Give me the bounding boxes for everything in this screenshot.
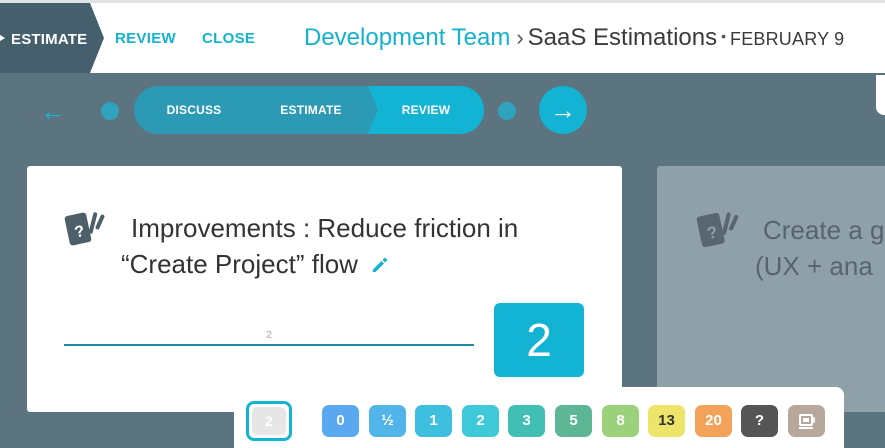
top-bar: ESTIMATE REVIEW CLOSE Development Team › S…	[0, 0, 885, 73]
stage-progress: DISCUSS ESTIMATE REVIEW	[134, 86, 484, 134]
next-story-title-line-1: Create a g	[763, 215, 885, 245]
tab-review[interactable]: REVIEW	[115, 30, 176, 47]
story-title: Improvements : Reduce friction in “Creat…	[121, 210, 581, 282]
stage-review[interactable]: REVIEW	[368, 86, 484, 134]
selected-point-value: 2	[252, 407, 286, 435]
point-chip[interactable]: 0	[322, 405, 359, 437]
next-story-title: Create a g (UX + ana	[755, 212, 885, 284]
next-story-title-line-2: (UX + ana	[755, 251, 873, 281]
story-cards-icon: ?	[696, 212, 739, 248]
point-chip[interactable]: 1	[415, 405, 452, 437]
next-story-card[interactable]: ? Create a g (UX + ana	[657, 166, 885, 412]
edit-pencil-icon[interactable]	[370, 255, 390, 275]
session-date: FEBRUARY 9	[730, 29, 845, 49]
point-chip-coffee[interactable]	[788, 405, 825, 437]
story-cards-icon: ?	[64, 212, 105, 246]
next-arrow-icon[interactable]: →	[539, 86, 587, 134]
back-arrow-icon[interactable]: ←	[38, 96, 68, 126]
estimate-input[interactable]: 2	[64, 329, 474, 341]
stage-dot-right	[498, 102, 516, 120]
tab-estimate-label: ESTIMATE	[11, 31, 88, 48]
top-border	[0, 0, 885, 3]
estimate-input-underline	[64, 344, 474, 346]
selected-point-card[interactable]: 2	[246, 401, 292, 441]
stage-dot-left	[101, 102, 119, 120]
tab-estimate[interactable]: ESTIMATE	[0, 3, 104, 73]
point-chip[interactable]: ½	[369, 405, 406, 437]
stage-estimate[interactable]: ESTIMATE	[252, 86, 370, 134]
point-chip[interactable]: 3	[508, 405, 545, 437]
breadcrumb-dot: •	[721, 28, 726, 44]
point-chip[interactable]: 13	[648, 405, 685, 437]
tab-close[interactable]: CLOSE	[202, 30, 255, 47]
breadcrumb: Development Team › SaaS Estimations • FEBRUA…	[304, 24, 844, 52]
coffee-icon	[798, 414, 815, 429]
final-estimate-badge: 2	[494, 303, 584, 377]
point-chip[interactable]: 5	[555, 405, 592, 437]
breadcrumb-separator: ›	[516, 25, 524, 50]
breadcrumb-project: SaaS Estimations	[527, 24, 718, 51]
point-chip[interactable]: 8	[602, 405, 639, 437]
breadcrumb-team-link[interactable]: Development Team	[304, 24, 510, 51]
story-title-line-2: “Create Project” flow	[121, 249, 358, 279]
point-chip[interactable]: 2	[462, 405, 499, 437]
point-chip[interactable]: ?	[741, 405, 778, 437]
stage-discuss[interactable]: DISCUSS	[134, 86, 254, 134]
point-palette: 2 0 ½ 1 2 3 5 8 13 20?	[234, 387, 844, 448]
story-title-line-1: Improvements : Reduce friction in	[131, 213, 519, 243]
story-card: ? Improvements : Reduce friction in “Cre…	[27, 166, 622, 412]
point-chip[interactable]: 20	[695, 405, 732, 437]
side-panel-edge	[876, 75, 885, 115]
chevron-right-icon	[0, 33, 5, 43]
